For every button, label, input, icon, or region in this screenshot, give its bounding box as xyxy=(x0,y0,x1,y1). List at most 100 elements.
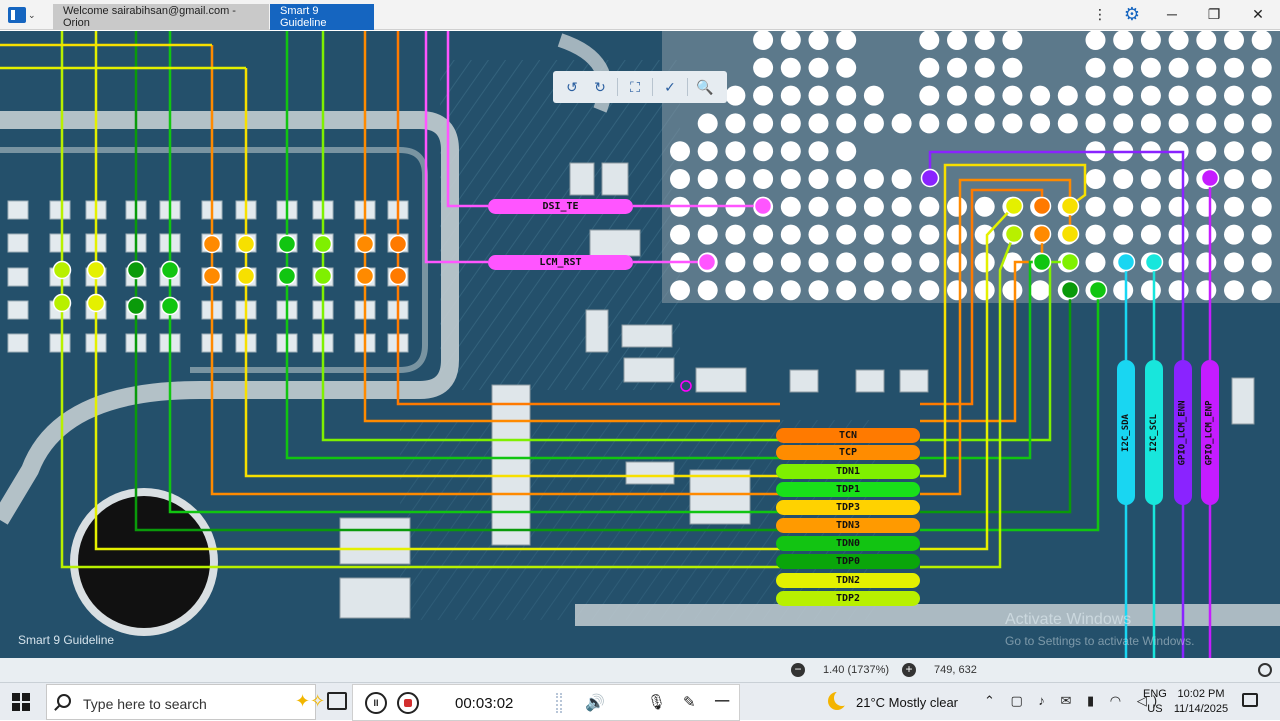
net-label-tdn3[interactable]: TDN3 xyxy=(776,518,920,533)
measure-icon[interactable]: ✓ xyxy=(659,76,681,98)
minimize-button[interactable]: ─ xyxy=(1150,0,1194,28)
bga-ball xyxy=(808,141,829,162)
tab-welcome[interactable]: Welcome sairabihsan@gmail.com - Orion xyxy=(53,4,269,30)
bga-ball xyxy=(1196,224,1217,245)
system-tray-icons[interactable]: ⌃ ▢ ♪ ✉ ▮ ◠ ◁) xyxy=(984,693,1163,709)
view-toolbar: ↺ ↻ ⛶ ✓ 🔍 xyxy=(553,71,727,103)
net-label-tdn0[interactable]: TDN0 xyxy=(776,536,920,551)
volume-icon[interactable]: 🔊 xyxy=(585,693,605,713)
rotate-right-icon[interactable]: ↻ xyxy=(589,76,611,98)
stop-recording-button[interactable] xyxy=(397,692,419,714)
net-label-gpio-lcm-enn[interactable]: GPIO_LCM_ENN xyxy=(1174,360,1192,505)
bga-ball xyxy=(919,85,940,106)
language-indicator[interactable]: ENG US xyxy=(1143,687,1167,717)
bga-ball xyxy=(1168,113,1189,134)
pcb-board-view[interactable]: DSI_TE LCM_RST TCN TCP TDN1 TDP1 TDP3 TDN3 TDN… xyxy=(0,31,1280,658)
microphone-icon[interactable]: 🎙 xyxy=(647,693,666,711)
notifications-icon[interactable] xyxy=(1242,693,1258,707)
bga-ball xyxy=(1113,169,1134,189)
net-label-tcp[interactable]: TCP xyxy=(776,445,920,460)
bga-ball xyxy=(1224,196,1244,217)
bga-ball xyxy=(1030,280,1051,301)
zoom-in-button[interactable]: + xyxy=(902,663,916,677)
test-point xyxy=(1144,252,1164,272)
clock-date: 11/14/2025 xyxy=(1173,703,1229,715)
net-label-tcn[interactable]: TCN xyxy=(776,428,920,443)
bga-ball xyxy=(808,169,829,189)
copilot-sparkle-icon[interactable]: ✦✧ xyxy=(295,691,325,712)
minimize-panel-button[interactable]: ─ xyxy=(715,690,729,713)
bga-ball xyxy=(1224,141,1244,162)
zoom-out-button[interactable]: − xyxy=(791,663,805,677)
bga-ball xyxy=(1002,280,1023,301)
toolbar-divider xyxy=(652,78,653,96)
bga-ball xyxy=(974,252,995,273)
test-point xyxy=(753,196,773,216)
bga-ball xyxy=(725,169,746,189)
bga-ball xyxy=(891,196,912,217)
net-label-tdn2[interactable]: TDN2 xyxy=(776,573,920,588)
test-point xyxy=(1032,196,1052,216)
weather-moon-icon[interactable] xyxy=(828,690,850,710)
net-label-text: GPIO_LCM_ENP xyxy=(1205,399,1215,466)
system-clock[interactable]: 10:02 PM 11/14/2025 xyxy=(1172,687,1230,717)
bga-ball xyxy=(1196,85,1217,106)
drag-handle-icon[interactable] xyxy=(556,693,562,713)
bga-ball xyxy=(780,196,801,217)
net-label-tdn1[interactable]: TDN1 xyxy=(776,464,920,479)
test-point xyxy=(52,260,72,280)
fit-screen-icon[interactable]: ⛶ xyxy=(624,76,646,98)
net-label-dsi-te[interactable]: DSI_TE xyxy=(488,199,633,214)
test-point xyxy=(1032,224,1052,244)
search-icon[interactable]: 🔍 xyxy=(694,76,716,98)
bga-ball xyxy=(863,252,884,273)
taskbar-search-input[interactable]: Type here to search ✦✧ xyxy=(46,684,325,720)
bga-ball xyxy=(1057,85,1078,106)
restore-button[interactable]: ❐ xyxy=(1192,0,1236,28)
bga-ball xyxy=(947,113,967,134)
net-label-lcm-rst[interactable]: LCM_RST xyxy=(488,255,633,270)
bga-ball xyxy=(1224,252,1244,273)
bga-ball xyxy=(1057,113,1078,134)
net-label-tdp3[interactable]: TDP3 xyxy=(776,500,920,515)
bga-ball xyxy=(836,85,857,106)
weather-status[interactable]: 21°C Mostly clear xyxy=(856,695,958,710)
bga-ball xyxy=(863,169,884,189)
bga-ball xyxy=(1251,57,1272,78)
tab-smart9-guideline[interactable]: Smart 9 Guideline xyxy=(270,4,374,30)
bga-ball xyxy=(1168,57,1189,78)
bga-ball xyxy=(670,141,690,162)
net-label-tdp0[interactable]: TDP0 xyxy=(776,554,920,569)
bga-ball xyxy=(1168,196,1189,217)
bga-ball xyxy=(1113,85,1134,106)
net-label-tdp2[interactable]: TDP2 xyxy=(776,591,920,606)
bga-ball xyxy=(780,224,801,245)
rotate-left-icon[interactable]: ↺ xyxy=(561,76,583,98)
windows-start-icon[interactable] xyxy=(12,693,30,711)
bga-ball xyxy=(1168,224,1189,245)
bga-ball xyxy=(947,85,967,106)
net-label-tdp1[interactable]: TDP1 xyxy=(776,482,920,497)
test-point xyxy=(1004,224,1024,244)
bga-ball xyxy=(1196,280,1217,301)
net-label-i2c-scl[interactable]: I2C_SCL xyxy=(1145,360,1163,505)
task-view-icon[interactable] xyxy=(327,692,347,710)
close-button[interactable]: ✕ xyxy=(1236,0,1280,28)
search-placeholder: Type here to search xyxy=(83,696,207,712)
test-point xyxy=(313,234,333,254)
settings-gear-icon[interactable]: ⚙ xyxy=(1110,0,1154,28)
activate-windows-subtext: Go to Settings to activate Windows. xyxy=(1005,634,1195,648)
bga-ball xyxy=(919,280,940,301)
test-point xyxy=(86,293,106,313)
bga-ball xyxy=(697,280,718,301)
layers-icon[interactable] xyxy=(1258,663,1272,677)
pause-recording-button[interactable]: II xyxy=(365,692,387,714)
app-menu-button[interactable]: ⌄ xyxy=(4,4,44,26)
bga-ball xyxy=(947,196,967,217)
net-label-i2c-sda[interactable]: I2C_SDA xyxy=(1117,360,1135,505)
pen-icon[interactable]: ✎ xyxy=(683,693,696,711)
bga-ball xyxy=(780,280,801,301)
net-label-gpio-lcm-enp[interactable]: GPIO_LCM_ENP xyxy=(1201,360,1219,505)
bga-ball xyxy=(753,252,774,273)
bga-ball xyxy=(1251,280,1272,301)
